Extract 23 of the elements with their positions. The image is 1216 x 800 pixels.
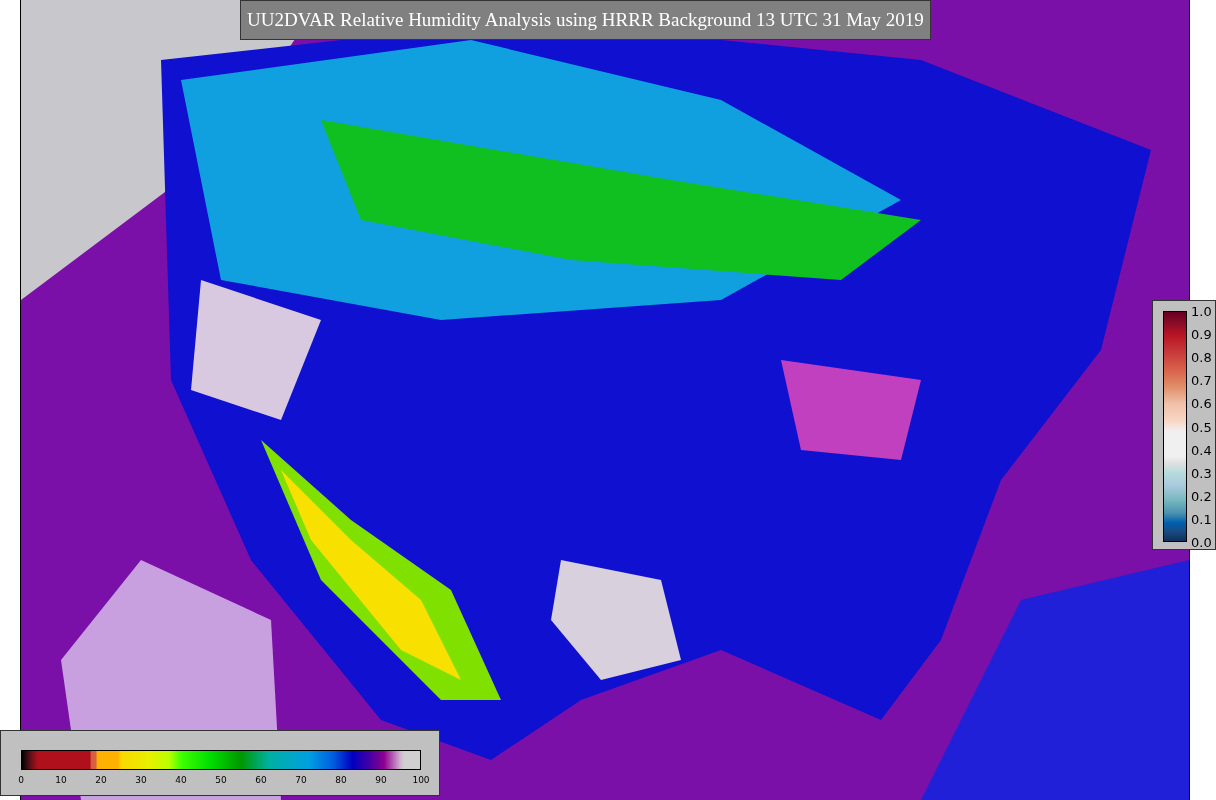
legend-tick-label: 70 — [295, 776, 307, 785]
legend-tick-label: 60 — [255, 776, 267, 785]
legend-tick-label: 0.0 — [1191, 535, 1212, 549]
legend-tick-label: 0.6 — [1191, 396, 1212, 410]
legend-tick-label: 100 — [412, 776, 430, 785]
legend-tick-label: 80 — [335, 776, 347, 785]
legend-tick-label: 0.8 — [1191, 350, 1212, 364]
legend-tick-label: 0.5 — [1191, 420, 1212, 433]
legend-tick-label: 0 — [18, 776, 24, 785]
legend-tick-label: 0.4 — [1191, 443, 1212, 457]
legend-tick-label: 50 — [215, 776, 227, 785]
legend-tick-label: 40 — [175, 776, 187, 785]
legend-tick-label: 10 — [55, 776, 67, 785]
legend-tick-label: 90 — [375, 776, 387, 785]
legend-tick-label: 0.7 — [1191, 373, 1212, 387]
legend-tick-label: 0.9 — [1191, 327, 1212, 341]
legend-tick-label: 30 — [135, 776, 147, 785]
legend-tick-label: 0.1 — [1191, 512, 1212, 526]
legend-tick-label: 0.2 — [1191, 489, 1212, 503]
legend-tick-label: 20 — [95, 776, 107, 785]
legend-tick-label: 0.3 — [1191, 466, 1212, 480]
map-title: UU2DVAR Relative Humidity Analysis using HRRR Background 13 UTC 31 May 2019 — [240, 0, 931, 40]
legend-tick-label: 1.0 — [1191, 304, 1212, 318]
